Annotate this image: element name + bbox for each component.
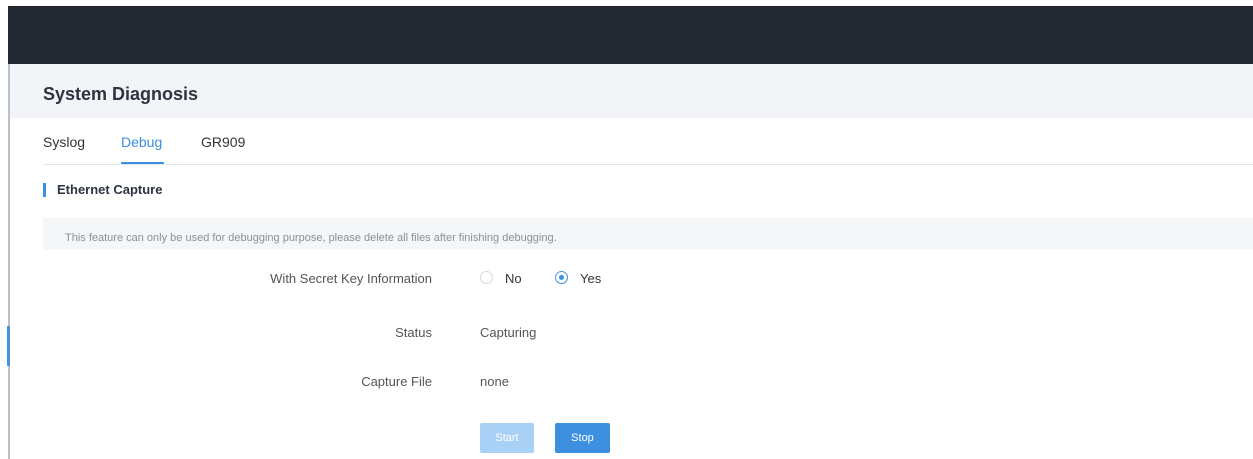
capture-file-value: none xyxy=(480,374,509,389)
tab-syslog[interactable]: Syslog xyxy=(43,134,85,150)
radio-yes[interactable] xyxy=(555,271,568,284)
notice-text: This feature can only be used for debugg… xyxy=(65,232,557,244)
section-title: Ethernet Capture xyxy=(57,182,163,197)
status-value: Capturing xyxy=(480,325,537,340)
secret-key-label: With Secret Key Information xyxy=(270,271,432,286)
radio-no[interactable] xyxy=(480,271,493,284)
tab-debug[interactable]: Debug xyxy=(121,134,162,150)
tabs-divider xyxy=(43,164,1253,165)
page-title: System Diagnosis xyxy=(43,84,199,104)
top-navigation-bar xyxy=(8,6,1253,64)
section-marker xyxy=(43,183,46,197)
radio-yes-label[interactable]: Yes xyxy=(580,271,601,286)
notice-banner: This feature can only be used for debugg… xyxy=(43,218,1253,250)
status-label: Status xyxy=(395,325,432,340)
tab-gr909[interactable]: GR909 xyxy=(201,134,245,150)
radio-no-label[interactable]: No xyxy=(505,271,522,286)
capture-file-label: Capture File xyxy=(361,374,432,389)
stop-button[interactable]: Stop xyxy=(555,423,610,453)
main-content xyxy=(10,118,1253,459)
start-button[interactable]: Start xyxy=(480,423,534,453)
